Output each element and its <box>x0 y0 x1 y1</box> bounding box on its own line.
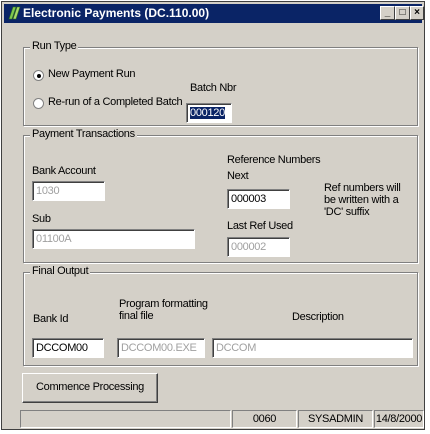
title-bar[interactable]: Electronic Payments (DC.110.00) _ □ × <box>4 4 424 23</box>
new-payment-run-radio[interactable] <box>33 70 44 81</box>
description-label: Description <box>292 311 344 323</box>
final-output-legend: Final Output <box>30 265 91 277</box>
main-window: Electronic Payments (DC.110.00) _ □ × Ru… <box>1 1 425 430</box>
commence-processing-button[interactable]: Commence Processing <box>22 373 158 403</box>
batch-nbr-label: Batch Nbr <box>190 82 237 94</box>
window-title: Electronic Payments (DC.110.00) <box>23 6 210 20</box>
bank-id-input[interactable]: DCCOM00 <box>32 338 104 358</box>
batch-nbr-input[interactable]: 000120 <box>186 103 232 123</box>
status-user: SYSADMIN <box>298 410 373 428</box>
maximize-button[interactable]: □ <box>395 6 410 20</box>
close-button[interactable]: × <box>410 6 424 20</box>
sub-label: Sub <box>32 213 51 225</box>
maximize-icon: □ <box>399 7 406 18</box>
ref-suffix-note: Ref numbers will be written with a 'DC' … <box>324 182 401 218</box>
next-ref-input[interactable]: 000003 <box>227 189 290 209</box>
bank-id-label: Bank Id <box>33 313 69 325</box>
description-field: DCCOM <box>212 338 413 358</box>
bank-account-label: Bank Account <box>32 165 96 177</box>
rerun-batch-radio[interactable] <box>33 98 44 109</box>
new-payment-run-label[interactable]: New Payment Run <box>48 68 136 80</box>
program-field: DCCOM00.EXE <box>117 338 205 358</box>
app-leaf-icon <box>8 6 21 20</box>
rerun-batch-label[interactable]: Re-run of a Completed Batch <box>48 96 183 108</box>
next-label: Next <box>227 170 249 182</box>
sub-field: 01100A <box>32 229 195 249</box>
run-type-legend: Run Type <box>30 40 79 52</box>
bank-account-field: 1030 <box>32 181 105 201</box>
minimize-icon: _ <box>384 7 391 18</box>
last-ref-used-label: Last Ref Used <box>227 220 293 232</box>
status-code: 0060 <box>232 410 297 428</box>
payment-transactions-legend: Payment Transactions <box>30 128 137 140</box>
reference-numbers-label: Reference Numbers <box>227 154 321 166</box>
program-formatting-label: Program formatting final file <box>119 298 208 322</box>
minimize-button[interactable]: _ <box>380 6 395 20</box>
status-date: 14/8/2000 <box>374 410 424 428</box>
status-field-1 <box>20 410 231 428</box>
last-ref-used-field: 000002 <box>227 237 290 257</box>
close-icon: × <box>414 7 420 18</box>
